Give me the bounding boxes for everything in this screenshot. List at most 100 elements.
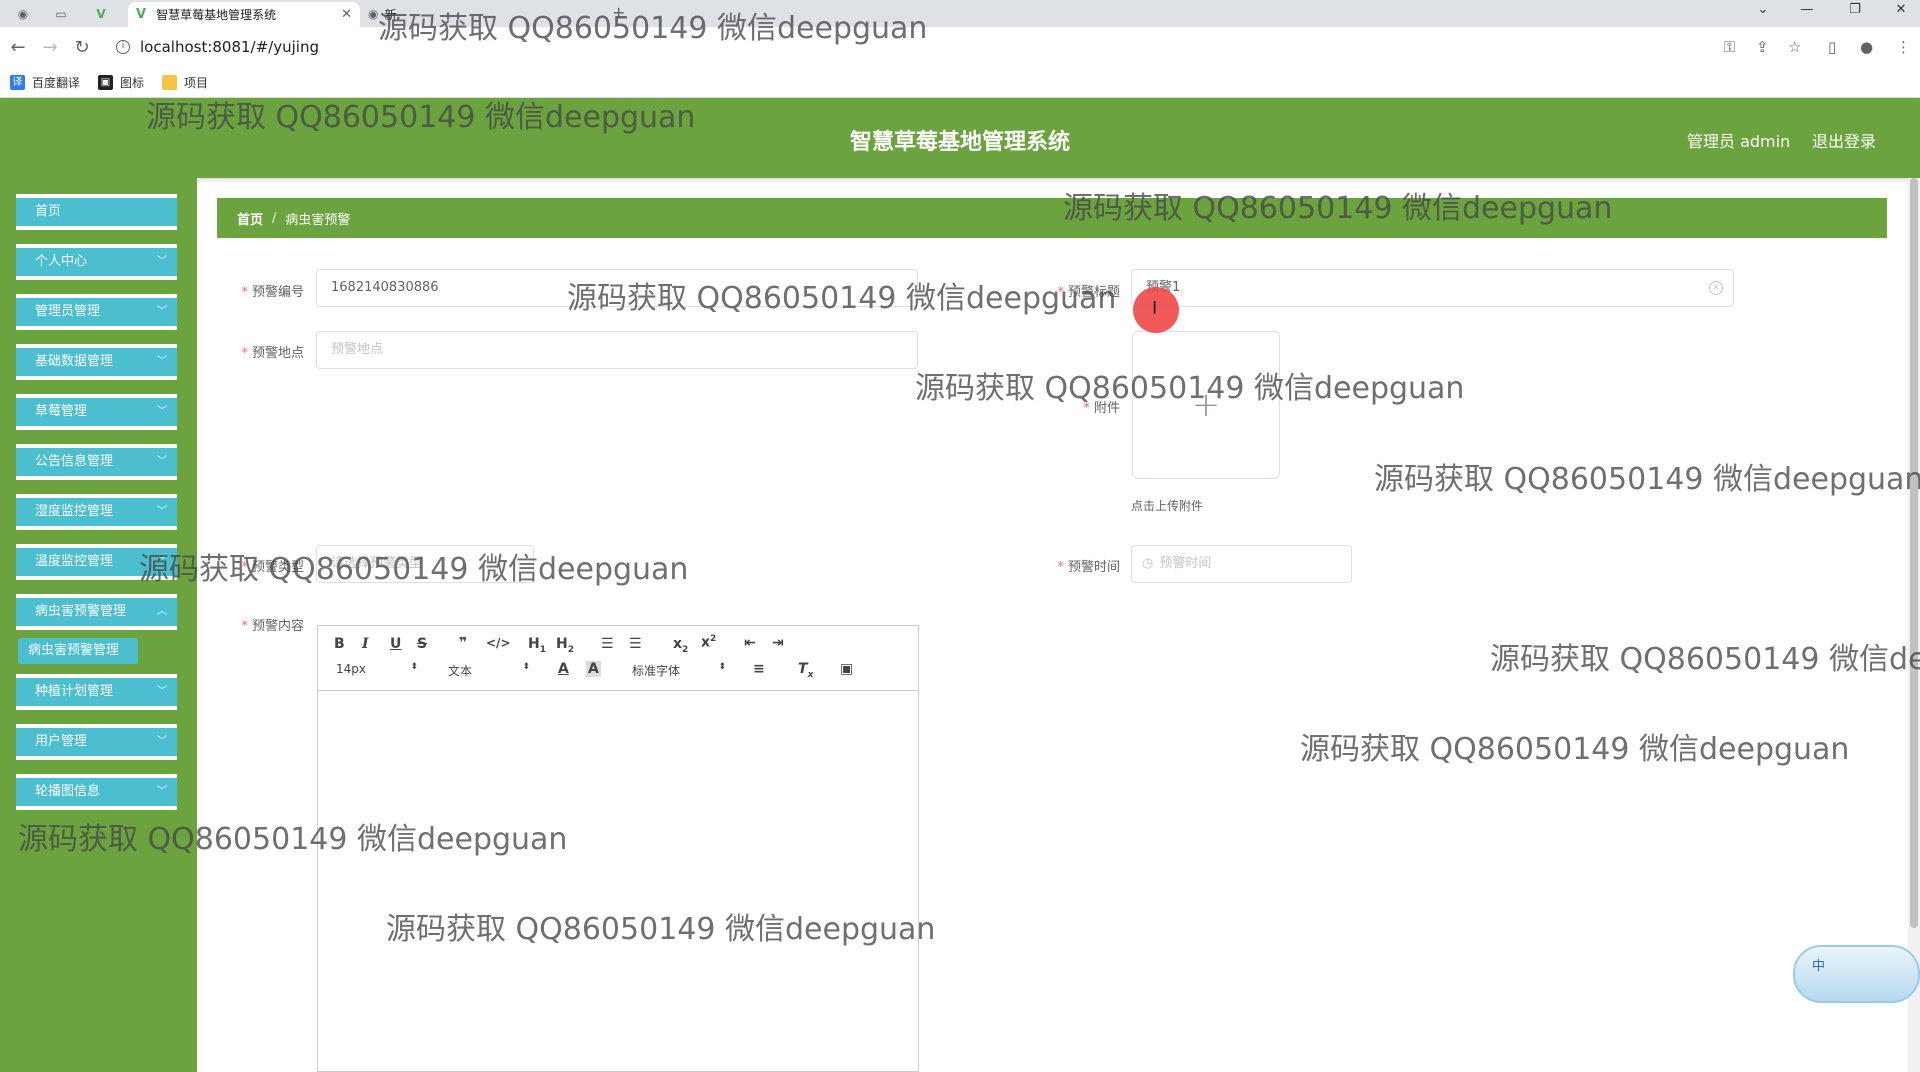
- breadcrumb-home[interactable]: 首页: [237, 209, 263, 228]
- url-field[interactable]: i localhost:8081/#/yujing: [108, 31, 1708, 63]
- info-icon[interactable]: i: [116, 40, 130, 54]
- h1-icon[interactable]: H1: [528, 636, 546, 655]
- restore-icon[interactable]: ❐: [1840, 2, 1870, 17]
- bookmark-icons[interactable]: ▣ 图标: [98, 74, 144, 91]
- sidebar-item-admins[interactable]: 管理员管理 ﹀: [16, 294, 177, 330]
- text-cursor-icon: I: [1152, 298, 1158, 319]
- image-icon: ▣: [98, 74, 114, 90]
- bookmarks-bar: 译 百度翻译 ▣ 图标 项目: [0, 67, 1920, 98]
- content-label: * 预警内容: [241, 619, 304, 634]
- text-color-icon[interactable]: A: [558, 661, 569, 677]
- sidebar-item-label: 首页: [35, 204, 62, 219]
- menu-dots-icon[interactable]: ⋮: [1896, 27, 1911, 67]
- back-arrow-icon[interactable]: ←: [3, 37, 33, 58]
- quote-icon[interactable]: ❞: [459, 635, 467, 651]
- location-field[interactable]: 预警地点: [316, 331, 918, 369]
- background-color-icon[interactable]: A: [586, 661, 601, 677]
- ime-widget[interactable]: [1793, 945, 1920, 1003]
- sidebar-item-label: 草莓管理: [35, 404, 88, 419]
- sidebar-item-users[interactable]: 用户管理 ﹀: [16, 724, 177, 760]
- ordered-list-icon[interactable]: ☰: [601, 636, 614, 652]
- select-arrow-icon: ⬍: [522, 662, 530, 672]
- font-size-select[interactable]: 14px ⬍: [336, 662, 418, 676]
- title-label: * 预警标题: [1057, 285, 1120, 300]
- bookmark-baidu-translate[interactable]: 译 百度翻译: [10, 74, 80, 91]
- sidebar-item-strawberry[interactable]: 草莓管理 ﹀: [16, 394, 177, 430]
- editor-content[interactable]: [318, 691, 918, 1071]
- outdent-icon[interactable]: ⇤: [744, 635, 756, 651]
- indent-icon[interactable]: ⇥: [772, 635, 784, 651]
- type-select[interactable]: 请选择预警类型: [316, 545, 534, 583]
- chevron-down-icon: ﹀: [157, 786, 167, 797]
- submenu-pest-warning[interactable]: 病虫害预警管理: [18, 638, 138, 664]
- tab-title: 新: [384, 7, 397, 22]
- chevron-down-icon[interactable]: ⌄: [1748, 2, 1778, 17]
- bookmark-label: 项目: [184, 75, 209, 90]
- h2-icon[interactable]: H2: [556, 636, 574, 655]
- sidepanel-icon[interactable]: ▯: [1828, 27, 1836, 67]
- page-scrollbar[interactable]: [1908, 178, 1920, 1072]
- superscript-icon[interactable]: x2: [701, 634, 716, 651]
- share-icon[interactable]: ⇪: [1756, 27, 1769, 67]
- align-icon[interactable]: ≡: [753, 661, 765, 677]
- bookmark-project[interactable]: 项目: [162, 74, 208, 91]
- bookmark-label: 百度翻译: [32, 75, 81, 90]
- logout-button[interactable]: 退出登录: [1812, 128, 1876, 152]
- chevron-down-icon: ﹀: [157, 306, 167, 317]
- attachment-upload[interactable]: +: [1132, 331, 1280, 479]
- code-icon[interactable]: </>: [486, 636, 511, 650]
- tab-active[interactable]: V 智慧草莓基地管理系统 ✕: [128, 2, 360, 27]
- tab-inactive[interactable]: ◉ 新: [368, 4, 578, 24]
- sidebar-item-carousel[interactable]: 轮播图信息 ﹀: [16, 774, 177, 810]
- chevron-down-icon: ﹀: [157, 356, 167, 367]
- close-icon[interactable]: ✕: [341, 7, 352, 22]
- sidebar-item-label: 个人中心: [35, 254, 88, 269]
- sidebar-item-label: 湿度监控管理: [35, 504, 114, 519]
- sidebar-item-humidity[interactable]: 湿度监控管理 ﹀: [16, 494, 177, 530]
- bookmark-label: 图标: [120, 75, 145, 90]
- tab-title: 智慧草莓基地管理系统: [156, 8, 277, 22]
- bullet-list-icon[interactable]: ☰: [629, 636, 642, 652]
- time-label: * 预警时间: [1057, 560, 1120, 575]
- italic-icon[interactable]: I: [362, 636, 369, 652]
- browser-tab-bar: ◉ ▭ V V 智慧草莓基地管理系统 ✕ ◉ 新 + ⌄ — ❐ ✕: [0, 0, 1920, 27]
- sidebar-item-temperature[interactable]: 温度监控管理 ﹀: [16, 544, 177, 580]
- sidebar-item-basedata[interactable]: 基础数据管理 ﹀: [16, 344, 177, 380]
- tab-icon[interactable]: ▭: [50, 4, 72, 24]
- sidebar-item-label: 温度监控管理: [35, 554, 114, 569]
- plus-icon: +: [1191, 385, 1221, 425]
- sidebar-item-notices[interactable]: 公告信息管理 ﹀: [16, 444, 177, 480]
- sidebar-item-profile[interactable]: 个人中心 ﹀: [16, 244, 177, 280]
- sidebar-item-home[interactable]: 首页: [16, 194, 177, 230]
- minimize-icon[interactable]: —: [1792, 2, 1822, 17]
- title-field[interactable]: 预警1 ✕: [1131, 269, 1734, 307]
- reload-icon[interactable]: ↻: [67, 37, 97, 58]
- sidebar-item-pest-warning[interactable]: 病虫害预警管理 ︿: [16, 594, 177, 630]
- underline-icon[interactable]: U: [390, 636, 401, 652]
- close-window-icon[interactable]: ✕: [1886, 2, 1916, 17]
- chevron-down-icon: ﹀: [157, 736, 167, 747]
- profile-icon[interactable]: ●: [1860, 27, 1873, 67]
- header-select[interactable]: 文本 ⬍: [448, 662, 530, 679]
- globe-icon[interactable]: ◉: [12, 4, 34, 24]
- forward-arrow-icon[interactable]: →: [35, 37, 65, 58]
- clear-format-icon[interactable]: Tx: [798, 661, 813, 680]
- ime-mode[interactable]: 中: [1812, 955, 1825, 974]
- image-icon[interactable]: ▣: [840, 661, 853, 677]
- sidebar-item-label: 病虫害预警管理: [35, 604, 127, 619]
- new-tab-icon[interactable]: +: [612, 3, 625, 22]
- strike-icon[interactable]: S: [417, 636, 427, 652]
- font-family-select[interactable]: 标准字体 ⬍: [632, 662, 726, 679]
- clear-icon[interactable]: ✕: [1709, 281, 1723, 295]
- star-icon[interactable]: ☆: [1788, 27, 1801, 67]
- code-field[interactable]: 1682140830886: [316, 269, 918, 307]
- time-field[interactable]: ◷ 预警时间: [1131, 545, 1352, 583]
- font-family-value: 标准字体: [632, 664, 681, 678]
- bold-icon[interactable]: B: [334, 636, 345, 652]
- subscript-icon[interactable]: x2: [673, 636, 688, 655]
- scrollbar-thumb[interactable]: [1910, 178, 1918, 928]
- key-icon[interactable]: ⚿: [1724, 27, 1735, 67]
- vue-icon[interactable]: V: [90, 4, 112, 24]
- sidebar-item-planting[interactable]: 种植计划管理 ﹀: [16, 674, 177, 710]
- attachment-label: * 附件: [1083, 401, 1120, 416]
